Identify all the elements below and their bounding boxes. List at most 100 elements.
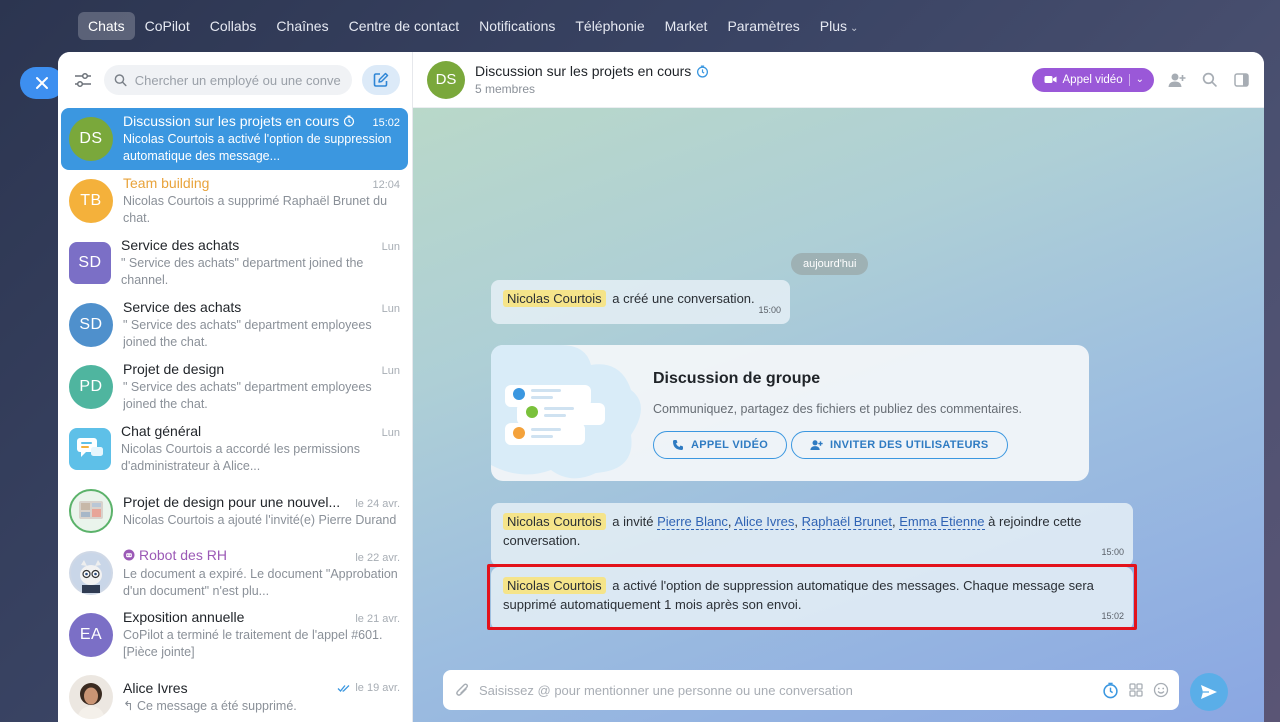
chat-name: Discussion sur les projets en cours <box>123 113 340 129</box>
new-chat-button[interactable] <box>362 65 400 95</box>
group-video-call-label: APPEL VIDÉO <box>691 439 769 451</box>
emoji-icon[interactable] <box>1153 682 1169 698</box>
avatar: SD <box>69 242 111 284</box>
chat-item-team-building[interactable]: TB Team building 12:04 Nicolas Courtois … <box>61 170 408 232</box>
chat-name: Alice Ivres <box>123 679 188 696</box>
attachment-icon[interactable] <box>455 682 469 698</box>
chat-header: DS Discussion sur les projets en cours 5… <box>413 52 1264 108</box>
message-time: 15:00 <box>758 305 781 315</box>
chat-time: le 22 avr. <box>355 551 400 564</box>
nav-notifications[interactable]: Notifications <box>469 12 565 40</box>
chat-time: Lun <box>381 365 400 377</box>
system-message-invited: Nicolas Courtois a invité Pierre Blanc, … <box>491 503 1133 566</box>
nav-parametres[interactable]: Paramètres <box>717 12 809 40</box>
nav-market[interactable]: Market <box>655 12 718 40</box>
video-call-button[interactable]: Appel vidéo ⌄ <box>1031 67 1154 92</box>
author-mention[interactable]: Nicolas Courtois <box>503 577 606 594</box>
nav-telephonie[interactable]: Téléphonie <box>565 12 654 40</box>
system-message-created: Nicolas Courtois a créé une conversation… <box>491 280 790 324</box>
author-mention[interactable]: Nicolas Courtois <box>503 513 606 530</box>
chat-title[interactable]: Discussion sur les projets en cours <box>475 63 691 79</box>
chat-time: le 24 avr. <box>355 497 400 510</box>
separator: , <box>794 514 799 529</box>
chat-item-exposition-annuelle[interactable]: EA Exposition annuelle le 21 avr. CoPilo… <box>61 604 408 666</box>
user-link-pierre-blanc[interactable]: Pierre Blanc <box>657 514 728 530</box>
video-camera-icon <box>1044 76 1056 83</box>
group-card-title: Discussion de groupe <box>653 370 821 387</box>
nav-contact-center[interactable]: Centre de contact <box>339 12 470 40</box>
chat-preview: ↰ Ce message a été supprimé. <box>123 698 297 713</box>
chat-list: DS Discussion sur les projets en cours 1… <box>58 108 412 722</box>
nav-plus-label: Plus <box>819 18 848 34</box>
messenger-window: DS Discussion sur les projets en cours 1… <box>58 52 1264 722</box>
message-area: aujourd'hui Nicolas Courtois a créé une … <box>413 108 1264 722</box>
chat-preview: Nicolas Courtois a ajouté l'invité(e) Pi… <box>123 512 397 527</box>
search-icon[interactable] <box>1200 71 1218 89</box>
invite-users-label: INVITER DES UTILISATEURS <box>830 439 989 451</box>
invite-users-button[interactable]: INVITER DES UTILISATEURS <box>791 431 1008 459</box>
chat-preview: CoPilot a terminé le traitement de l'app… <box>123 628 383 659</box>
chat-item-projet-design[interactable]: PD Projet de design Lun " Service des ac… <box>61 356 408 418</box>
user-link-emma-etienne[interactable]: Emma Etienne <box>899 514 985 530</box>
apps-grid-icon[interactable] <box>1129 683 1143 697</box>
chat-name: Service des achats <box>123 299 242 315</box>
chat-preview: " Service des achats" department employe… <box>123 318 372 349</box>
chat-pane: DS Discussion sur les projets en cours 5… <box>413 52 1264 722</box>
nav-collabs[interactable]: Collabs <box>200 12 267 40</box>
avatar: PD <box>69 365 113 409</box>
avatar: EA <box>69 613 113 657</box>
avatar: SD <box>69 303 113 347</box>
chat-item-service-achats[interactable]: SD Service des achats Lun " Service des … <box>61 294 408 356</box>
chevron-down-icon: ⌄ <box>850 23 859 34</box>
chat-name: Team building <box>123 175 210 191</box>
timer-icon <box>697 64 709 78</box>
chat-time: le 19 avr. <box>355 682 400 694</box>
add-user-icon[interactable] <box>1168 71 1186 89</box>
nav-copilot[interactable]: CoPilot <box>135 12 200 40</box>
nav-chats[interactable]: Chats <box>78 12 135 40</box>
author-mention[interactable]: Nicolas Courtois <box>503 290 606 307</box>
sidebar-panel-icon[interactable] <box>1232 71 1250 89</box>
chat-item-discussion-projets[interactable]: DS Discussion sur les projets en cours 1… <box>61 108 408 170</box>
robot-icon <box>69 551 113 595</box>
member-count[interactable]: 5 membres <box>475 82 709 96</box>
chat-time: le 21 avr. <box>355 613 400 625</box>
filter-icon[interactable] <box>72 69 94 91</box>
compose-icon <box>373 72 389 87</box>
send-button[interactable] <box>1190 673 1228 711</box>
chat-item-robot-rh[interactable]: Robot des RH le 22 avr. Le document a ex… <box>61 542 408 604</box>
chat-name: Projet de design pour une nouvel... <box>123 493 341 510</box>
separator: , <box>727 514 732 529</box>
timer-icon[interactable] <box>1102 682 1119 699</box>
message-time: 15:02 <box>1101 611 1124 621</box>
chat-item-chat-general[interactable]: Chat général Lun Nicolas Courtois a acco… <box>61 418 408 480</box>
user-link-alice-ivres[interactable]: Alice Ivres <box>734 514 795 530</box>
send-icon <box>1201 685 1217 699</box>
system-message-autodelete: Nicolas Courtois a activé l'option de su… <box>491 567 1133 630</box>
message-input[interactable] <box>479 682 1092 698</box>
general-chat-icon <box>69 428 111 470</box>
video-call-label: Appel vidéo <box>1062 73 1123 86</box>
message-text: a créé une conversation. <box>612 291 755 306</box>
search-input[interactable] <box>134 72 342 88</box>
avatar: TB <box>69 179 113 223</box>
group-card-description: Communiquez, partagez des fichiers et pu… <box>653 402 1022 416</box>
group-video-call-button[interactable]: APPEL VIDÉO <box>653 431 788 459</box>
bot-badge-icon <box>123 549 135 560</box>
chat-preview: Le document a expiré. Le document "Appro… <box>123 566 398 598</box>
chat-item-service-achats-channel[interactable]: SD Service des achats Lun " Service des … <box>61 232 408 294</box>
chat-preview: Nicolas Courtois a accordé les permissio… <box>121 442 360 473</box>
separator: , <box>892 514 896 529</box>
chat-item-projet-design-nouvel[interactable]: Projet de design pour une nouvel... le 2… <box>61 480 408 542</box>
nav-plus[interactable]: Plus ⌄ <box>810 12 869 40</box>
project-image-icon <box>69 489 113 533</box>
chat-avatar[interactable]: DS <box>427 60 465 99</box>
chat-time: 12:04 <box>372 179 400 191</box>
search-box <box>104 65 352 95</box>
chevron-down-icon[interactable]: ⌄ <box>1136 74 1144 85</box>
nav-chaines[interactable]: Chaînes <box>266 12 338 40</box>
chat-item-alice-ivres[interactable]: Alice Ivres le 19 avr. ↰ Ce message a ét… <box>61 666 408 722</box>
user-link-raphael-brunet[interactable]: Raphaël Brunet <box>801 514 893 530</box>
chat-time: Lun <box>381 241 400 253</box>
date-divider: aujourd'hui <box>791 253 869 275</box>
